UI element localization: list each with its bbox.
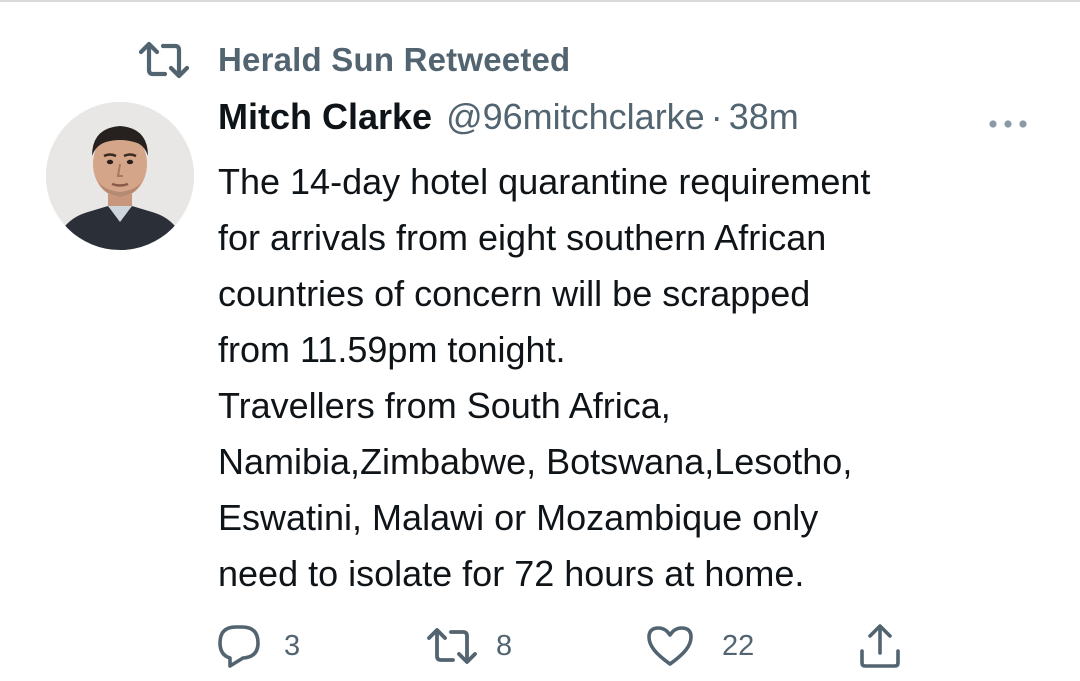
more-icon [989, 120, 1027, 128]
timestamp-link[interactable]: 38m [729, 96, 799, 138]
retweet-button[interactable]: 8 [426, 618, 512, 674]
tweet-text-line: for arrivals from eight southern African [218, 217, 827, 258]
heart-icon [647, 626, 693, 666]
tweet-text-line: Namibia,Zimbabwe, Botswana,Lesotho, [218, 441, 853, 482]
separator-dot: · [710, 96, 723, 137]
reply-count: 3 [284, 629, 301, 662]
tweet-text: The 14-day hotel quarantine requirement … [218, 154, 1048, 602]
tweet-text-line: The 14-day hotel quarantine requirement [218, 161, 871, 202]
reply-icon [218, 625, 260, 668]
tweet-text-line: from 11.59pm tonight. [218, 329, 566, 370]
action-bar: 3 8 22 [216, 618, 916, 674]
like-count: 22 [722, 629, 755, 662]
tweet-text-line: Travellers from South Africa, [218, 385, 671, 426]
tweet-content[interactable]: Mitch Clarke @96mitchclarke · 38m The 14… [218, 96, 1048, 602]
retweet-icon [427, 628, 477, 664]
reply-button[interactable]: 3 [216, 618, 300, 674]
author-handle[interactable]: @96mitchclarke [446, 96, 705, 138]
social-context[interactable]: Herald Sun Retweeted [138, 38, 570, 82]
share-icon [860, 624, 900, 668]
top-divider [0, 0, 1080, 2]
avatar[interactable] [46, 102, 194, 250]
retweeted-by-label: Herald Sun Retweeted [218, 41, 571, 78]
tweet-text-line: Eswatini, Malawi or Mozambique only [218, 497, 819, 538]
retweet-icon [138, 40, 194, 80]
tweet-header: Mitch Clarke @96mitchclarke · 38m [218, 96, 1048, 148]
avatar-photo [46, 102, 194, 250]
retweet-count: 8 [496, 629, 513, 662]
like-button[interactable]: 22 [646, 618, 754, 674]
more-options-button[interactable] [984, 112, 1032, 136]
share-button[interactable] [858, 618, 902, 674]
author-name[interactable]: Mitch Clarke [218, 96, 432, 138]
tweet-text-line: countries of concern will be scrapped [218, 273, 811, 314]
tweet-text-line: need to isolate for 72 hours at home. [218, 553, 805, 594]
